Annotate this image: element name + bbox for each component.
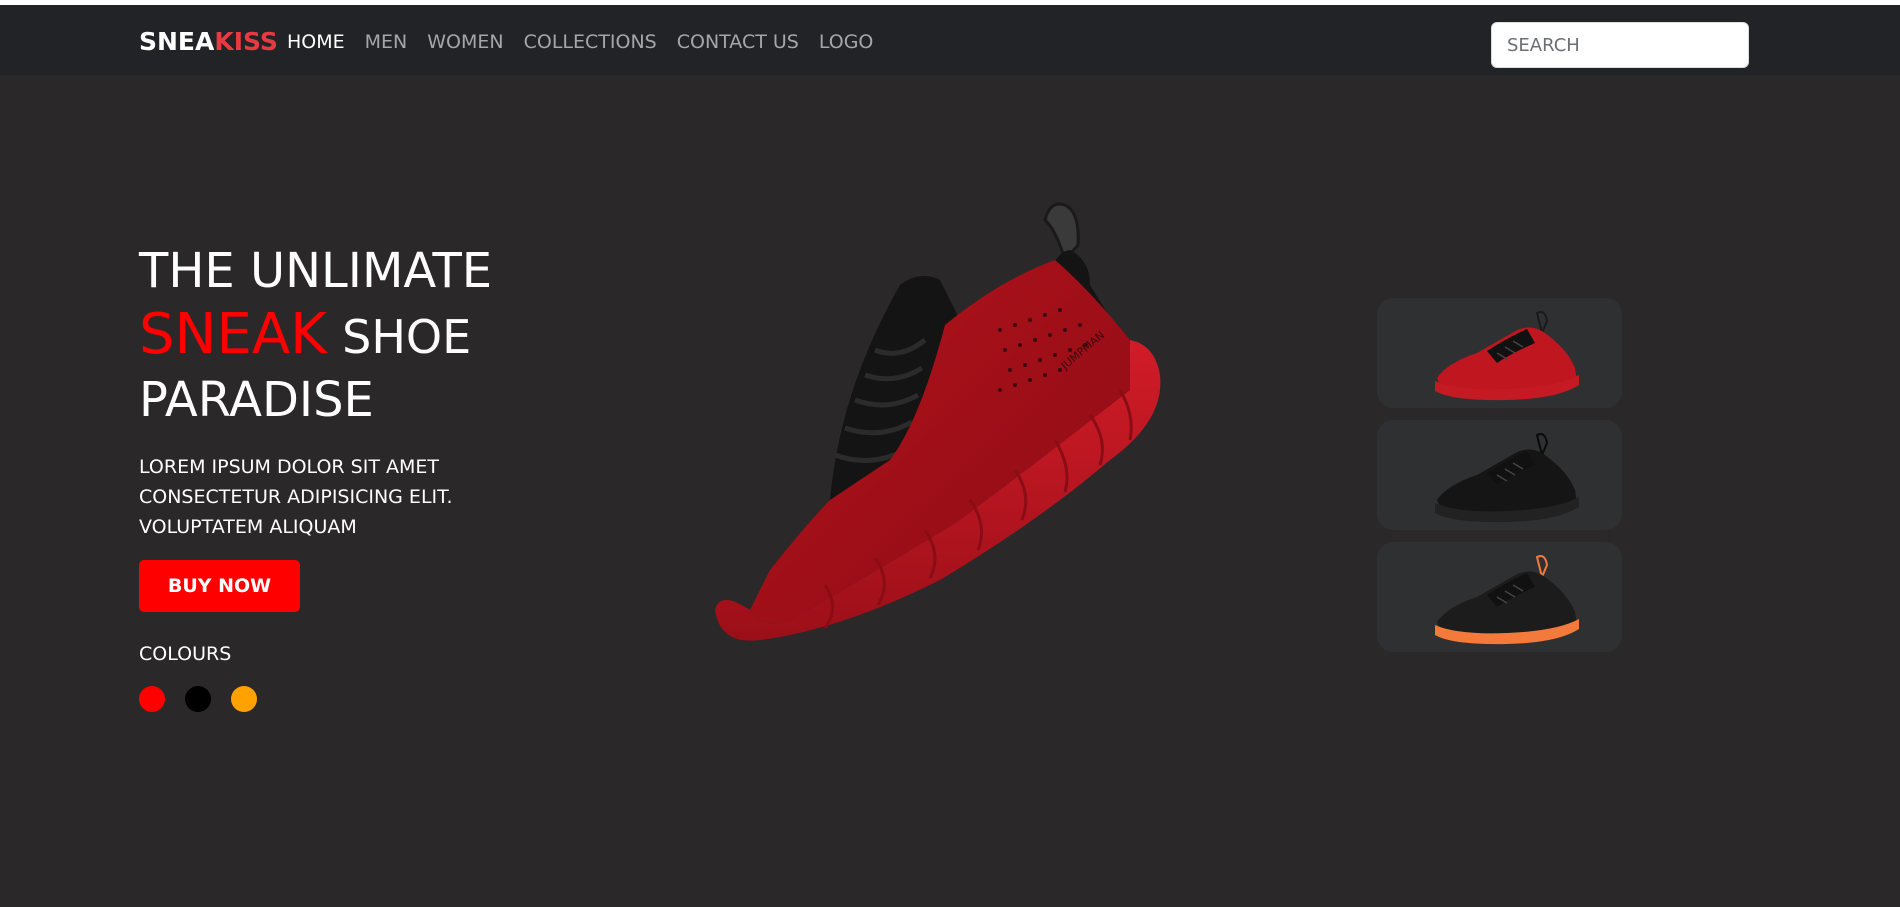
orange-shoe-image: [1435, 555, 1579, 645]
brand-logo-part1: SNEA: [139, 27, 215, 56]
product-thumbnails: [1377, 298, 1622, 664]
hero-title-accent: SNEAK: [139, 302, 327, 367]
navbar: SNEAKISS HOME MEN WOMEN COLLECTIONS CONT…: [0, 5, 1900, 75]
hero-shoe-image: JUMPMAN: [715, 202, 1161, 641]
thumbnail-orange-shoe[interactable]: [1377, 542, 1622, 652]
hero-title-line3: PARADISE: [139, 372, 374, 428]
buy-now-button[interactable]: BUY NOW: [139, 560, 300, 612]
nav-link-home[interactable]: HOME: [287, 31, 345, 53]
thumbnail-black-shoe[interactable]: [1377, 420, 1622, 530]
nav-link-men[interactable]: MEN: [365, 31, 408, 53]
brand-logo[interactable]: SNEAKISS: [139, 27, 278, 56]
hero-title: THE UNLIMATE SNEAK SHOE PARADISE: [139, 240, 492, 432]
nav-links: HOME MEN WOMEN COLLECTIONS CONTACT US LO…: [287, 31, 893, 53]
nav-link-logo[interactable]: LOGO: [819, 31, 874, 53]
hero-description: LOREM IPSUM DOLOR SIT AMET CONSECTETUR A…: [139, 452, 539, 542]
colour-swatches: [139, 686, 257, 712]
hero-title-line1: THE UNLIMATE: [139, 243, 493, 299]
swatch-black[interactable]: [185, 686, 211, 712]
red-shoe-image: [1435, 311, 1579, 401]
nav-link-collections[interactable]: COLLECTIONS: [524, 31, 657, 53]
swatch-orange[interactable]: [231, 686, 257, 712]
hero-desc-line2: CONSECTETUR ADIPISICING ELIT.: [139, 486, 453, 508]
nav-link-women[interactable]: WOMEN: [427, 31, 503, 53]
swatch-red[interactable]: [139, 686, 165, 712]
nav-link-contact-us[interactable]: CONTACT US: [677, 31, 799, 53]
colours-label: COLOURS: [139, 643, 232, 665]
black-shoe-image: [1435, 433, 1579, 523]
brand-logo-part2: KISS: [214, 27, 278, 56]
thumbnail-red-shoe[interactable]: [1377, 298, 1622, 408]
hero-desc-line1: LOREM IPSUM DOLOR SIT AMET: [139, 456, 439, 478]
hero-desc-line3: VOLUPTATEM ALIQUAM: [139, 516, 357, 538]
search-input[interactable]: [1491, 22, 1749, 68]
hero-title-line2: SHOE: [342, 310, 472, 364]
